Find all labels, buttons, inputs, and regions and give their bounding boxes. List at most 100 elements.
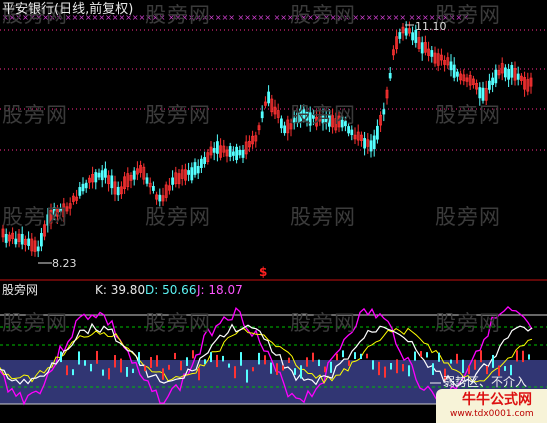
- indicator-bar: [264, 355, 266, 365]
- candle-body: [507, 68, 511, 80]
- j-value-label: J: 18.07: [197, 283, 243, 297]
- indicator-bar: [198, 368, 200, 381]
- candle-body: [215, 141, 219, 154]
- candle-body: [20, 233, 24, 245]
- indicator-bar: [102, 369, 104, 376]
- indicator-bar: [60, 351, 62, 363]
- watermark-text: 股旁网: [145, 205, 211, 229]
- indicator-bar: [348, 360, 350, 366]
- indicator-bar: [186, 357, 188, 366]
- candle-body: [81, 183, 85, 192]
- d-value-label: D: 50.66: [145, 283, 197, 297]
- indicator-bar: [396, 359, 398, 374]
- indicator-bar: [78, 351, 80, 365]
- candle-body: [36, 246, 40, 252]
- indicator-bar: [378, 361, 380, 376]
- indicator-bar: [468, 365, 470, 375]
- indicator-bar: [450, 359, 452, 364]
- indicator-bar: [234, 366, 236, 379]
- indicator-bar: [390, 362, 392, 370]
- indicator-bar: [216, 354, 218, 368]
- indicator-bar: [354, 352, 356, 360]
- candle-body: [151, 186, 155, 191]
- indicator-bar: [138, 352, 140, 364]
- low-price-label: 8.23: [52, 257, 77, 270]
- candle-body: [375, 125, 379, 140]
- indicator-bar: [366, 353, 368, 359]
- candle-body: [231, 151, 235, 156]
- indicator-bar: [372, 360, 374, 370]
- candle-body: [187, 170, 191, 175]
- indicator-bar: [240, 352, 242, 366]
- candle-body: [372, 135, 376, 150]
- indicator-bar: [522, 350, 524, 363]
- dollar-marker: $: [259, 265, 268, 279]
- k-value-label: K: 39.80: [95, 283, 146, 297]
- candle-body: [145, 177, 149, 184]
- indicator-bar: [174, 352, 176, 360]
- indicator-bar: [402, 364, 404, 372]
- indicator-bar: [156, 355, 158, 367]
- indicator-bar: [486, 365, 488, 375]
- candle-body: [516, 73, 520, 80]
- indicator-bar: [168, 364, 170, 370]
- indicator-bar: [96, 350, 98, 364]
- candle-body: [388, 72, 392, 79]
- candle-body: [100, 170, 104, 181]
- indicator-bar: [162, 368, 164, 380]
- candle-body: [494, 69, 498, 84]
- indicator-bar: [360, 353, 362, 359]
- candle-body: [449, 61, 453, 71]
- indicator-bar: [504, 366, 506, 371]
- chart-window: ××××××××× ××××××××××××××× ×××××××××× ×××…: [0, 0, 547, 423]
- candle-body: [212, 148, 216, 153]
- candle-body: [279, 118, 283, 129]
- indicator-name: 股旁网: [2, 283, 39, 297]
- candle-body: [193, 162, 197, 175]
- indicator-bar: [144, 365, 146, 372]
- indicator-bar: [246, 369, 248, 383]
- candle-body: [241, 149, 245, 158]
- candle-body: [27, 238, 31, 246]
- indicator-bar: [336, 353, 338, 361]
- indicator-bar: [324, 366, 326, 373]
- indicator-bar: [84, 360, 86, 366]
- indicator-bar: [228, 363, 230, 368]
- indicator-bar: [270, 362, 272, 374]
- indicator-bar: [438, 352, 440, 362]
- candle-body: [369, 140, 373, 152]
- watermark-text: 股旁网: [435, 311, 501, 335]
- indicator-bar: [510, 364, 512, 376]
- indicator-bar: [492, 354, 494, 368]
- indicator-bar: [252, 367, 254, 372]
- indicator-bar: [456, 353, 458, 364]
- chart-title: 平安银行(日线,前复权): [2, 2, 134, 17]
- watermark-text: 股旁网: [145, 103, 211, 127]
- candle-body: [228, 146, 232, 157]
- candle-body: [350, 129, 354, 136]
- indicator-bar: [294, 368, 296, 375]
- indicator-bar: [90, 363, 92, 372]
- high-price-label: 11.10: [415, 20, 447, 33]
- indicator-bar: [432, 363, 434, 375]
- candle-body: [158, 194, 162, 202]
- indicator-bar: [192, 350, 194, 359]
- candle-body: [487, 80, 491, 90]
- candle-body: [116, 186, 120, 196]
- candle-body: [260, 111, 264, 119]
- indicator-bar: [276, 363, 278, 375]
- indicator-bar: [180, 360, 182, 371]
- watermark-text: 股旁网: [145, 3, 211, 27]
- logo-url: www.tdx0001.com: [450, 409, 534, 419]
- candle-body: [452, 64, 456, 78]
- indicator-bar: [342, 350, 344, 358]
- watermark-text: 股旁网: [145, 311, 211, 335]
- candle-body: [363, 138, 367, 149]
- indicator-bar: [282, 365, 284, 371]
- indicator-bar: [318, 359, 320, 367]
- watermark-text: 股旁网: [2, 103, 68, 127]
- candle-body: [110, 175, 114, 189]
- indicator-bar: [120, 358, 122, 373]
- indicator-bar: [414, 351, 416, 361]
- indicator-bar: [288, 357, 290, 364]
